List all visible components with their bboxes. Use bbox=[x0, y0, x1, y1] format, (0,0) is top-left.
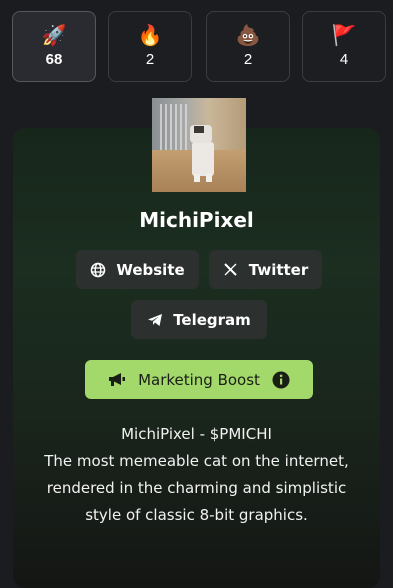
reaction-count: 2 bbox=[243, 51, 253, 68]
marketing-boost-button[interactable]: Marketing Boost bbox=[85, 360, 313, 399]
rocket-icon: 🚀 bbox=[41, 23, 67, 47]
megaphone-icon bbox=[108, 372, 126, 388]
description-title: MichiPixel - $PMICHI bbox=[121, 425, 272, 443]
token-name: MichiPixel bbox=[139, 208, 254, 232]
poop-icon: 💩 bbox=[235, 23, 261, 47]
telegram-label: Telegram bbox=[173, 310, 251, 329]
reaction-bar: 🚀 68 🔥 2 💩 2 🚩 4 bbox=[12, 11, 386, 84]
x-logo-icon bbox=[223, 262, 239, 278]
telegram-button[interactable]: Telegram bbox=[131, 300, 267, 339]
reaction-fire-button[interactable]: 🔥 2 bbox=[108, 11, 192, 82]
twitter-label: Twitter bbox=[248, 260, 309, 279]
token-avatar bbox=[152, 98, 246, 192]
twitter-button[interactable]: Twitter bbox=[209, 250, 322, 289]
red-flag-icon: 🚩 bbox=[331, 23, 357, 47]
reaction-count: 68 bbox=[45, 51, 63, 68]
reaction-count: 4 bbox=[339, 51, 349, 68]
website-label: Website bbox=[116, 260, 185, 279]
info-icon[interactable] bbox=[272, 371, 290, 389]
reaction-red-flag-button[interactable]: 🚩 4 bbox=[302, 11, 386, 82]
website-button[interactable]: Website bbox=[76, 250, 199, 289]
token-description: MichiPixel - $PMICHI The most memeable c… bbox=[40, 421, 353, 529]
globe-icon bbox=[90, 262, 106, 278]
reaction-count: 2 bbox=[145, 51, 155, 68]
reaction-rocket-button[interactable]: 🚀 68 bbox=[12, 11, 96, 82]
description-text: The most memeable cat on the internet, r… bbox=[44, 452, 349, 524]
marketing-boost-label: Marketing Boost bbox=[138, 370, 260, 389]
reaction-poop-button[interactable]: 💩 2 bbox=[206, 11, 290, 82]
telegram-icon bbox=[147, 312, 163, 328]
fire-icon: 🔥 bbox=[137, 23, 163, 47]
